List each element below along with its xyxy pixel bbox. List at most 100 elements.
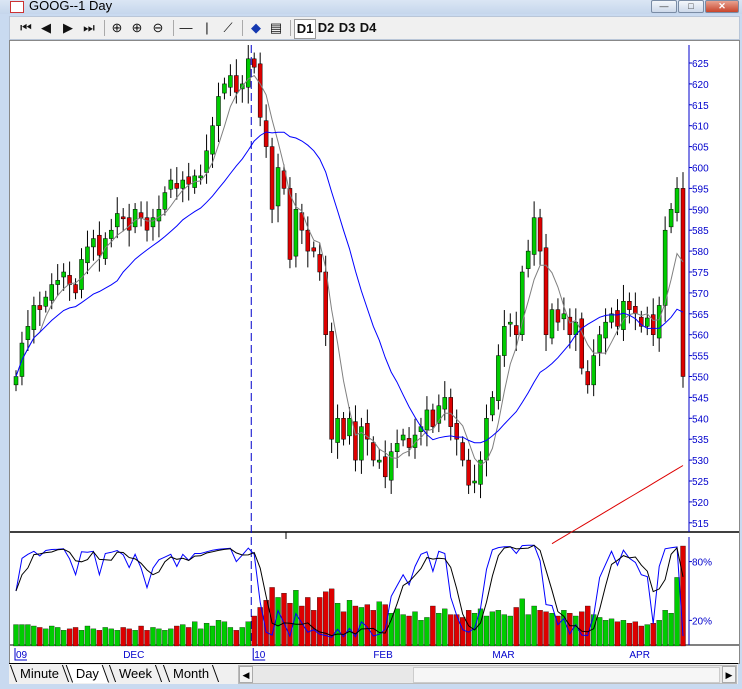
candle-body [114,213,120,228]
candle [216,82,221,143]
candle-body [555,309,561,323]
volume-bar [114,630,120,647]
candle-body [120,216,126,220]
volume-bar [465,610,472,647]
candle-body [263,120,269,147]
candle [472,464,477,494]
volume-bar [66,628,73,647]
candle [650,298,656,346]
chart-slot-d1-button[interactable]: D1 [294,19,316,39]
price-tick-label: 620 [692,80,709,91]
volume-bar [156,628,162,647]
candle-body [656,305,662,339]
candle-body [55,280,60,285]
volume-bar [102,627,108,647]
candle-body [198,175,203,179]
candle-body [186,176,191,185]
candle-body [73,284,78,294]
horizontal-line-button[interactable]: — [178,19,194,37]
minimize-button[interactable]: — [651,0,677,13]
volume-bar [388,612,394,647]
maximize-button[interactable]: □ [678,0,704,13]
price-tick-label: 550 [692,373,709,384]
tab-month[interactable]: Month [162,665,220,682]
chart-slot-d4-button[interactable]: D4 [358,19,378,37]
candle [198,164,203,185]
volume-bar [245,621,251,647]
trend-line-button[interactable]: ⟋ [220,19,236,37]
price-tick-label: 560 [692,331,709,342]
volume-bar [334,602,341,647]
last-bar-button[interactable]: ⏭ [81,19,97,37]
volume-bar [19,624,25,647]
candle [37,291,43,326]
previous-bar-button[interactable]: ◀ [38,19,54,37]
candle [525,239,531,278]
first-bar-button[interactable]: ⏮ [18,19,34,37]
candle-body [210,125,215,155]
volume-bar [436,612,442,647]
candle [633,292,638,331]
price-tick-label: 590 [692,205,709,216]
scroll-thumb[interactable] [413,667,720,683]
candle [382,440,388,489]
volume-bar [614,621,621,647]
candle-body [514,325,519,335]
candle-body [537,217,543,252]
candle-body [317,254,322,273]
close-button[interactable]: ✕ [705,0,739,13]
price-chart[interactable]: 515 520 525 530 535 540 545 550 555 560 565 570 575 5… [10,41,739,663]
volume-bar [638,625,644,647]
volume-bar [138,625,144,647]
candle [91,229,96,261]
volume-bar [317,597,323,647]
volume-bar [37,627,43,647]
volume-bar [460,617,466,647]
next-bar-button[interactable]: ▶ [60,19,76,37]
zoom-in-button[interactable]: ⊕ [129,19,145,37]
volume-bar [239,627,245,647]
volume-bar [406,615,412,647]
candle-body [525,250,531,269]
tab-day[interactable]: Day [65,665,110,683]
scroll-left-arrow[interactable]: ◀ [239,666,253,683]
vertical-line-button[interactable]: | [199,19,215,37]
candle [668,203,674,234]
chart-slot-d3-button[interactable]: D3 [337,19,357,37]
candle [138,201,144,227]
volume-bar [209,625,216,647]
candle [454,409,459,456]
candle [579,312,585,375]
candle-body [650,314,656,335]
candle-body [549,309,555,339]
scroll-right-arrow[interactable]: ▶ [722,666,736,683]
zoom-out-button[interactable]: ⊖ [150,19,166,37]
volume-bar [495,610,502,647]
book-icon[interactable]: ◆ [248,19,264,37]
volume-bar [537,610,543,647]
chart-window[interactable]: 515 520 525 530 535 540 545 550 555 560 565 570 575 5… [9,40,740,664]
horizontal-scrollbar[interactable]: ◀ ▶ [238,665,737,684]
tab-minute[interactable]: Minute [9,665,70,682]
candle [180,171,185,203]
candle-body [43,296,49,307]
mid-moving-average-line [15,131,684,444]
candle-body [543,247,549,335]
volume-bar [394,608,400,647]
candle-body [13,376,19,386]
candle [496,344,501,410]
candle [674,177,680,222]
chart-slot-d2-button[interactable]: D2 [316,19,336,37]
candle [585,360,590,394]
tab-week[interactable]: Week [108,665,163,682]
properties-icon[interactable]: ▤ [268,19,284,37]
candle-body [269,146,275,210]
volume-bar [305,597,311,647]
volume-bar [203,622,210,647]
candle-body [97,234,102,256]
candle [597,325,602,367]
volume-bar [60,630,67,647]
candle [246,45,251,104]
candle [436,394,442,433]
zoom-box-button[interactable]: ⊕ [109,19,125,37]
